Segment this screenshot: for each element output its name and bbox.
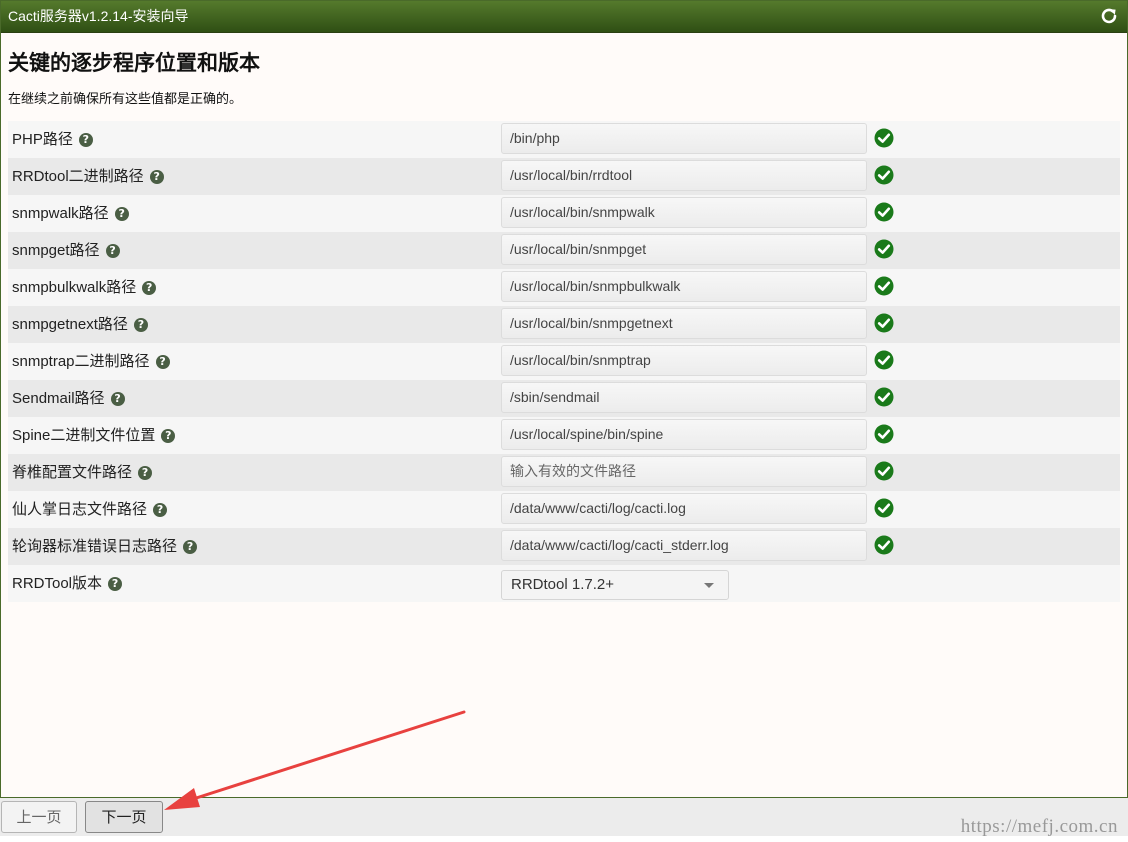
next-page-button[interactable]: 下一页: [85, 801, 163, 833]
path-row-6: snmptrap二进制路径 ?: [8, 343, 1120, 380]
rrdtool-version-row: RRDTool版本? RRDtool 1.7.2+: [8, 565, 1120, 602]
path-label-wrap: 脊椎配置文件路径 ?: [12, 454, 153, 491]
question-circle-icon[interactable]: ?: [138, 465, 153, 480]
path-label: Spine二进制文件位置: [12, 427, 156, 444]
rrdtool-version-label: RRDTool版本: [12, 575, 103, 592]
page-instructions: 在继续之前确保所有这些值都是正确的。: [8, 91, 243, 106]
path-label: 脊椎配置文件路径: [12, 464, 133, 481]
path-row-2: snmpwalk路径 ?: [8, 195, 1120, 232]
path-label: 仙人掌日志文件路径: [12, 501, 148, 518]
path-input[interactable]: [501, 419, 867, 450]
path-row-9: 脊椎配置文件路径 ?: [8, 454, 1120, 491]
check-circle-icon: [874, 128, 894, 148]
refresh-icon[interactable]: [1099, 6, 1119, 26]
path-label: PHP路径: [12, 131, 73, 148]
check-circle-icon: [874, 239, 894, 259]
check-circle-icon: [874, 387, 894, 407]
watermark-text: https://mefj.com.cn: [960, 816, 1118, 837]
path-input[interactable]: [501, 271, 867, 302]
path-label-wrap: Sendmail路径 ?: [12, 380, 125, 417]
path-input[interactable]: [501, 345, 867, 376]
path-label: RRDtool二进制路径: [12, 168, 144, 185]
path-list: PHP路径 ? RRDtool二进制路径 ?: [8, 121, 1120, 602]
path-input[interactable]: [501, 308, 867, 339]
path-row-11: 轮询器标准错误日志路径 ?: [8, 528, 1120, 565]
rrdtool-version-select[interactable]: RRDtool 1.7.2+: [501, 570, 729, 600]
path-label-wrap: 轮询器标准错误日志路径 ?: [12, 528, 198, 565]
path-label-wrap: RRDtool二进制路径 ?: [12, 158, 164, 195]
annotation-arrow: [164, 710, 466, 810]
check-circle-icon: [874, 461, 894, 481]
question-circle-icon[interactable]: ?: [108, 576, 123, 591]
check-circle-icon: [874, 535, 894, 555]
previous-page-button[interactable]: 上一页: [1, 801, 77, 833]
path-input[interactable]: [501, 493, 867, 524]
path-label-wrap: Spine二进制文件位置 ?: [12, 417, 176, 454]
question-circle-icon[interactable]: ?: [183, 539, 198, 554]
question-circle-icon[interactable]: ?: [110, 391, 125, 406]
path-label-wrap: snmpget路径 ?: [12, 232, 120, 269]
question-circle-icon[interactable]: ?: [153, 502, 168, 517]
question-circle-icon[interactable]: ?: [114, 206, 129, 221]
path-label-wrap: snmpbulkwalk路径 ?: [12, 269, 157, 306]
path-label: 轮询器标准错误日志路径: [12, 538, 178, 555]
path-row-3: snmpget路径 ?: [8, 232, 1120, 269]
path-label: Sendmail路径: [12, 390, 105, 407]
window-title: Cacti服务器v1.2.14-安装向导: [8, 8, 189, 24]
path-input[interactable]: [501, 123, 867, 154]
path-label: snmpwalk路径: [12, 205, 109, 222]
question-circle-icon[interactable]: ?: [78, 132, 93, 147]
page-title: 关键的逐步程序位置和版本: [8, 51, 260, 75]
chevron-down-icon: [704, 583, 714, 588]
question-circle-icon[interactable]: ?: [105, 243, 120, 258]
path-row-10: 仙人掌日志文件路径 ?: [8, 491, 1120, 528]
rrdtool-version-label-wrap: RRDTool版本?: [12, 565, 123, 602]
check-circle-icon: [874, 202, 894, 222]
check-circle-icon: [874, 350, 894, 370]
path-row-4: snmpbulkwalk路径 ?: [8, 269, 1120, 306]
path-input[interactable]: [501, 197, 867, 228]
rrdtool-version-selected: RRDtool 1.7.2+: [511, 576, 614, 593]
path-label-wrap: snmpgetnext路径 ?: [12, 306, 148, 343]
path-row-0: PHP路径 ?: [8, 121, 1120, 158]
path-label: snmpgetnext路径: [12, 316, 128, 333]
path-label: snmptrap二进制路径: [12, 353, 150, 370]
question-circle-icon[interactable]: ?: [142, 280, 157, 295]
question-circle-icon[interactable]: ?: [133, 317, 148, 332]
path-row-1: RRDtool二进制路径 ?: [8, 158, 1120, 195]
path-row-5: snmpgetnext路径 ?: [8, 306, 1120, 343]
check-circle-icon: [874, 498, 894, 518]
path-input[interactable]: [501, 456, 867, 487]
path-label-wrap: snmptrap二进制路径 ?: [12, 343, 170, 380]
path-label-wrap: PHP路径 ?: [12, 121, 93, 158]
path-row-7: Sendmail路径 ?: [8, 380, 1120, 417]
question-circle-icon[interactable]: ?: [161, 428, 176, 443]
question-circle-icon[interactable]: ?: [155, 354, 170, 369]
path-label: snmpbulkwalk路径: [12, 279, 137, 296]
installer-window: Cacti服务器v1.2.14-安装向导 关键的逐步程序位置和版本 在继续之前确…: [0, 0, 1128, 798]
check-circle-icon: [874, 313, 894, 333]
path-label-wrap: 仙人掌日志文件路径 ?: [12, 491, 168, 528]
question-circle-icon[interactable]: ?: [149, 169, 164, 184]
path-input[interactable]: [501, 382, 867, 413]
path-row-8: Spine二进制文件位置 ?: [8, 417, 1120, 454]
path-input[interactable]: [501, 234, 867, 265]
path-input[interactable]: [501, 530, 867, 561]
check-circle-icon: [874, 165, 894, 185]
title-bar: Cacti服务器v1.2.14-安装向导: [1, 1, 1127, 33]
path-label: snmpget路径: [12, 242, 100, 259]
path-input[interactable]: [501, 160, 867, 191]
check-circle-icon: [874, 276, 894, 296]
path-label-wrap: snmpwalk路径 ?: [12, 195, 129, 232]
check-circle-icon: [874, 424, 894, 444]
